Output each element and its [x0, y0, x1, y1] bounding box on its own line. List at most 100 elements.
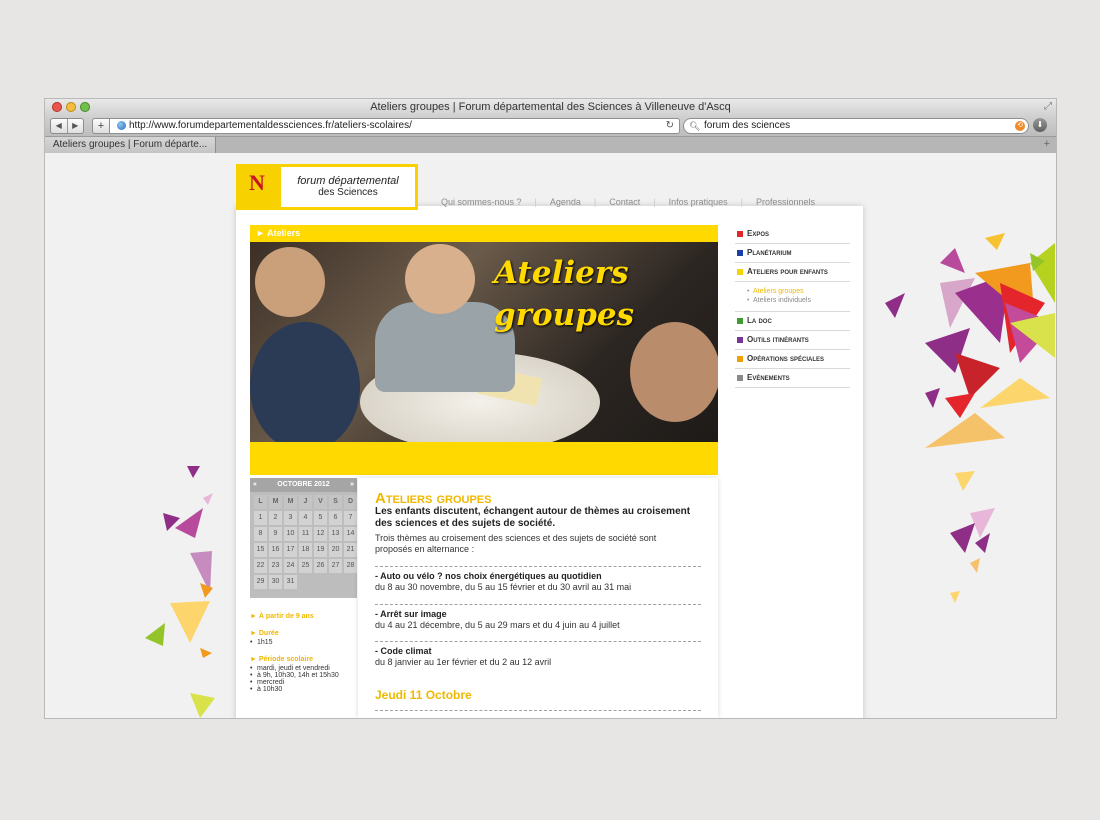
duration-value: 1h15 — [250, 639, 350, 646]
calendar-day[interactable]: 18 — [299, 543, 312, 557]
search-text[interactable]: forum des sciences — [704, 119, 790, 133]
rnav-color-marker — [737, 250, 743, 256]
divider — [375, 710, 701, 711]
rnav-item[interactable]: Expos — [735, 225, 850, 244]
period-item: à 10h30 — [250, 686, 350, 693]
calendar-day[interactable]: 11 — [299, 527, 312, 541]
url-text[interactable]: http://www.forumdepartementaldessciences… — [129, 119, 412, 133]
rnav-color-marker — [737, 269, 743, 275]
calendar-day[interactable]: 3 — [284, 511, 297, 525]
rnav-item-label: Outils itinérants — [747, 335, 809, 344]
tab-bar: Ateliers groupes | Forum départe... + — [45, 136, 1056, 154]
calendar-day[interactable]: 28 — [344, 559, 357, 573]
calendar-weekday: S — [329, 495, 342, 509]
banner-title: Ateliers groupes — [494, 252, 634, 336]
calendar-day[interactable]: 23 — [269, 559, 282, 573]
rnav-item-label: Ateliers pour enfants — [747, 267, 828, 276]
calendar-day[interactable]: 13 — [329, 527, 342, 541]
theme-dates: du 8 janvier au 1er février et du 2 au 1… — [375, 657, 552, 667]
search-field[interactable]: 🔍︎ forum des sciences ⟲ — [683, 118, 1029, 134]
logo-line1: forum départemental — [297, 175, 399, 187]
rnav-item-label: Evènements — [747, 373, 790, 382]
calendar-weekday: J — [299, 495, 312, 509]
calendar-day[interactable]: 4 — [299, 511, 312, 525]
back-button[interactable]: ◀ — [51, 119, 68, 133]
calendar-next-button[interactable]: » — [350, 478, 354, 492]
downloads-icon[interactable]: ⬇ — [1033, 118, 1047, 132]
period-item: à 9h, 10h30, 14h et 15h30 — [250, 672, 350, 679]
history-buttons: ◀ ▶ — [50, 118, 84, 134]
activity-info: ► À partir de 9 ans ► Durée 1h15 ► Pério… — [250, 613, 350, 693]
calendar-day[interactable]: 31 — [284, 575, 297, 589]
date-heading: Jeudi 11 Octobre — [375, 688, 472, 702]
hero-photo: Ateliers groupes — [250, 242, 718, 442]
nav-contact[interactable]: Contact — [609, 197, 640, 207]
rnav-item-label: Planétarium — [747, 248, 792, 257]
calendar-day[interactable]: 12 — [314, 527, 327, 541]
banner-title-line1: Ateliers — [494, 255, 629, 291]
forum-logo-box: forum départemental des Sciences — [278, 164, 418, 210]
calendar-day[interactable]: 7 — [344, 511, 357, 525]
calendar-day[interactable]: 5 — [314, 511, 327, 525]
calendar-day[interactable]: 17 — [284, 543, 297, 557]
rnav-subitem[interactable]: Ateliers groupes — [747, 287, 850, 296]
calendar-day[interactable]: 29 — [254, 575, 267, 589]
calendar-day[interactable]: 25 — [299, 559, 312, 573]
calendar-day[interactable]: 6 — [329, 511, 342, 525]
add-bookmark-button[interactable]: + — [92, 118, 110, 134]
rnav-item[interactable]: Planétarium — [735, 244, 850, 263]
rnav-item[interactable]: Evènements — [735, 369, 850, 388]
address-bar[interactable]: + http://www.forumdepartementaldesscienc… — [92, 118, 680, 134]
right-navigation: Expos Planétarium Ateliers pour enfants Ate… — [735, 225, 850, 388]
calendar-widget: « OCTOBRE 2012 » L M M J V S D 1 2 3 4 5 6 7 8 9 10 11 12 1… — [250, 478, 357, 598]
calendar-day[interactable]: 21 — [344, 543, 357, 557]
rnav-subitem[interactable]: Ateliers individuels — [747, 296, 850, 305]
new-tab-icon[interactable]: + — [1044, 138, 1050, 150]
nav-infos-pratiques[interactable]: Infos pratiques — [669, 197, 728, 207]
theme-item: - Auto ou vélo ? nos choix énergétiques … — [375, 566, 701, 592]
calendar-day[interactable]: 20 — [329, 543, 342, 557]
calendar-day[interactable]: 27 — [329, 559, 342, 573]
breadcrumb[interactable]: ► Ateliers — [256, 228, 300, 238]
nav-professionnels[interactable]: Professionnels — [756, 197, 815, 207]
site-logo[interactable]: N forum départemental des Sciences — [236, 164, 418, 210]
nav-separator: | — [740, 197, 744, 207]
fullscreen-icon[interactable]: ⤢ — [1044, 101, 1052, 112]
rnav-color-marker — [737, 337, 743, 343]
calendar-day[interactable]: 9 — [269, 527, 282, 541]
calendar-day[interactable]: 16 — [269, 543, 282, 557]
snapback-icon[interactable]: ⟲ — [1015, 121, 1025, 131]
calendar-day[interactable]: 26 — [314, 559, 327, 573]
rnav-item[interactable]: Outils itinérants — [735, 331, 850, 350]
rnav-item-label: Expos — [747, 229, 770, 238]
calendar-day[interactable]: 8 — [254, 527, 267, 541]
conseil-general-logo: N — [236, 164, 278, 210]
nav-agenda[interactable]: Agenda — [550, 197, 581, 207]
calendar-day[interactable]: 24 — [284, 559, 297, 573]
rnav-color-marker — [737, 318, 743, 324]
calendar-day[interactable]: 15 — [254, 543, 267, 557]
rnav-item[interactable]: Ateliers pour enfants — [735, 263, 850, 282]
calendar-day[interactable]: 30 — [269, 575, 282, 589]
calendar-grid: L M M J V S D 1 2 3 4 5 6 7 8 9 10 11 12 13 14 15 16 17 18 19 20 21… — [250, 492, 357, 592]
calendar-weekday: L — [254, 495, 267, 509]
rnav-item[interactable]: Opérations spéciales — [735, 350, 850, 369]
rnav-item[interactable]: La doc — [735, 312, 850, 331]
reload-icon[interactable]: ↻ — [666, 119, 674, 133]
calendar-prev-button[interactable]: « — [253, 478, 257, 492]
calendar-day[interactable]: 10 — [284, 527, 297, 541]
search-icon: 🔍︎ — [689, 121, 701, 131]
nav-qui-sommes-nous[interactable]: Qui sommes-nous ? — [441, 197, 522, 207]
forward-button[interactable]: ▶ — [68, 119, 84, 133]
calendar-day[interactable]: 22 — [254, 559, 267, 573]
calendar-day[interactable]: 1 — [254, 511, 267, 525]
banner-title-line2: groupes — [494, 297, 635, 333]
calendar-header: « OCTOBRE 2012 » — [250, 478, 357, 492]
calendar-day[interactable]: 14 — [344, 527, 357, 541]
theme-title: - Auto ou vélo ? nos choix énergétiques … — [375, 571, 602, 581]
tab-active[interactable]: Ateliers groupes | Forum départe... — [45, 137, 216, 153]
calendar-day[interactable]: 2 — [269, 511, 282, 525]
period-item: mercredi — [250, 679, 350, 686]
calendar-day[interactable]: 19 — [314, 543, 327, 557]
title-bar: Ateliers groupes | Forum départemental d… — [45, 99, 1056, 115]
